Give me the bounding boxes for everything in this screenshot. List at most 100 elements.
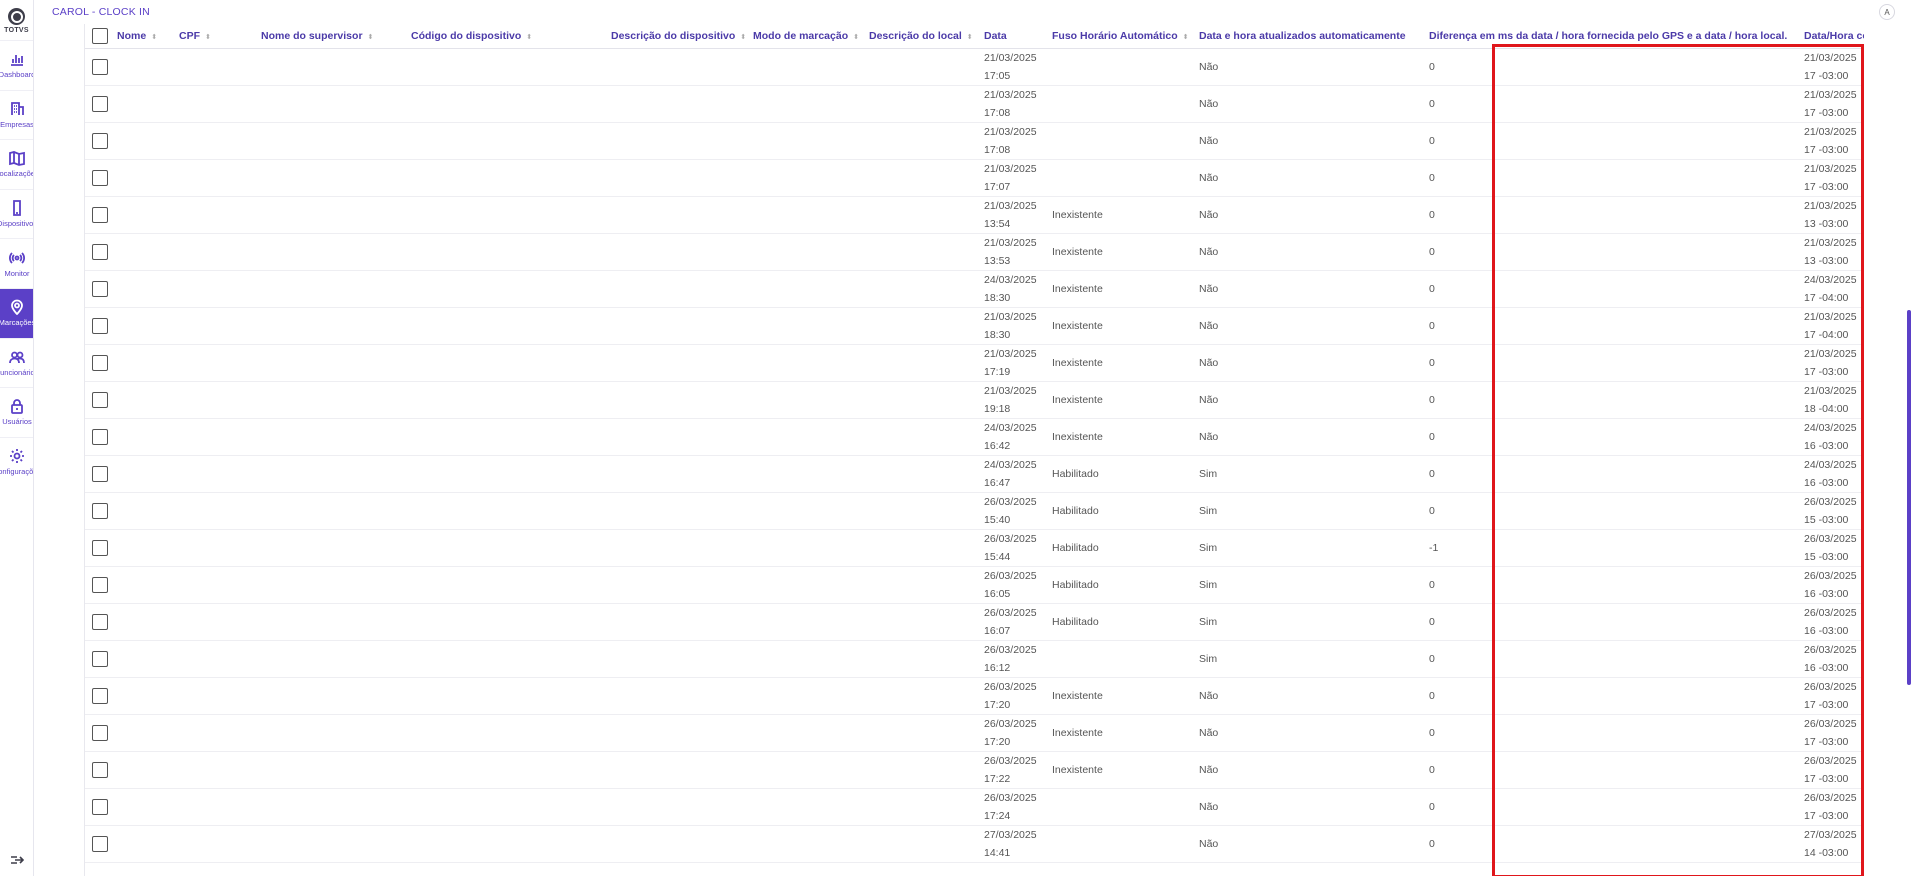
row-checkbox[interactable] bbox=[92, 132, 108, 149]
table-row[interactable]: 26/03/2025 17:20 Inexistente Não 0 26/03/202… bbox=[85, 714, 1864, 752]
sidebar-item-localizacoes[interactable]: Localizações bbox=[0, 139, 33, 189]
collapse-sidebar-button[interactable] bbox=[0, 850, 33, 870]
row-checkbox[interactable] bbox=[92, 539, 108, 556]
table-row[interactable]: 26/03/2025 15:44 Habilitado Sim -1 26/03/202… bbox=[85, 529, 1864, 567]
sidebar-item-dashboard[interactable]: Dashboard bbox=[0, 40, 33, 90]
row-checkbox[interactable] bbox=[92, 317, 108, 334]
date-cell: 21/03/2025 19:18 bbox=[978, 381, 1046, 419]
column-header[interactable]: Modo de marcação ⬍ bbox=[747, 24, 863, 49]
row-checkbox[interactable] bbox=[92, 835, 108, 852]
table-row[interactable]: 26/03/2025 17:22 Inexistente Não 0 26/03/202… bbox=[85, 751, 1864, 789]
sort-icon[interactable]: ⬍ bbox=[368, 34, 374, 41]
sidebar-item-dispositivos[interactable]: Dispositivos bbox=[0, 188, 33, 239]
table-row[interactable]: 26/03/2025 17:20 Inexistente Não 0 26/03/202… bbox=[85, 677, 1864, 715]
row-checkbox[interactable] bbox=[92, 280, 108, 297]
column-header[interactable]: Fuso Horário Automático ⬍ bbox=[1046, 24, 1193, 49]
empty-cell bbox=[255, 677, 405, 715]
sort-icon[interactable]: ⬍ bbox=[526, 34, 532, 41]
table-row[interactable]: 26/03/2025 15:40 Habilitado Sim 0 26/03/2025… bbox=[85, 492, 1864, 530]
select-all-checkbox[interactable] bbox=[92, 27, 108, 44]
row-checkbox[interactable] bbox=[92, 428, 108, 445]
empty-cell bbox=[111, 381, 173, 419]
sort-icon[interactable]: ⬍ bbox=[853, 34, 859, 41]
auto-update-cell: Não bbox=[1193, 122, 1423, 160]
datetime-cell: 27/03/2025 14 -03:00 bbox=[1798, 825, 1864, 863]
row-checkbox[interactable] bbox=[92, 576, 108, 593]
table-row[interactable]: 21/03/2025 17:19 Inexistente Não 0 21/03/202… bbox=[85, 344, 1864, 382]
table-row[interactable]: 21/03/2025 19:18 Inexistente Não 0 21/03/202… bbox=[85, 381, 1864, 419]
sort-icon[interactable]: ⬍ bbox=[205, 34, 211, 41]
row-checkbox[interactable] bbox=[92, 243, 108, 260]
auto-update-cell: Não bbox=[1193, 159, 1423, 197]
empty-cell bbox=[405, 159, 605, 197]
row-checkbox[interactable] bbox=[92, 650, 108, 667]
row-checkbox[interactable] bbox=[92, 465, 108, 482]
empty-cell bbox=[111, 788, 173, 826]
sort-icon[interactable]: ⬍ bbox=[740, 34, 746, 41]
row-checkbox[interactable] bbox=[92, 169, 108, 186]
timezone-cell: Habilitado bbox=[1046, 529, 1193, 567]
empty-cell bbox=[173, 159, 255, 197]
row-checkbox[interactable] bbox=[92, 724, 108, 741]
sidebar-item-empresas[interactable]: Empresas bbox=[0, 89, 33, 140]
row-checkbox[interactable] bbox=[92, 391, 108, 408]
table-row[interactable]: 21/03/2025 17:05 Não 0 21/03/2025 17 -03:00 bbox=[85, 48, 1864, 86]
table-row[interactable]: 21/03/2025 18:30 Inexistente Não 0 21/03/202… bbox=[85, 307, 1864, 345]
column-header[interactable]: Data bbox=[978, 24, 1046, 49]
user-menu-button[interactable]: A bbox=[1879, 4, 1895, 20]
row-select-cell bbox=[85, 529, 111, 567]
datetime-cell: 21/03/2025 17 -03:00 bbox=[1798, 344, 1864, 382]
table-row[interactable]: 26/03/2025 16:05 Habilitado Sim 0 26/03/2025… bbox=[85, 566, 1864, 604]
sort-icon[interactable]: ⬍ bbox=[1183, 34, 1189, 41]
date-cell: 21/03/2025 13:54 bbox=[978, 196, 1046, 234]
table-row[interactable]: 24/03/2025 16:47 Habilitado Sim 0 24/03/2025… bbox=[85, 455, 1864, 493]
column-header[interactable]: Data e hora atualizados automaticamente bbox=[1193, 24, 1423, 49]
totvs-logo[interactable]: TOTVS bbox=[0, 0, 33, 40]
column-header[interactable]: Data/Hora con bbox=[1798, 24, 1864, 49]
empty-cell bbox=[605, 344, 747, 382]
row-checkbox[interactable] bbox=[92, 613, 108, 630]
sidebar-item-monitor[interactable]: Monitor bbox=[0, 238, 33, 288]
row-checkbox[interactable] bbox=[92, 58, 108, 75]
sort-icon[interactable]: ⬍ bbox=[967, 34, 973, 41]
table-row[interactable]: 21/03/2025 17:07 Não 0 21/03/2025 17 -03:00 bbox=[85, 159, 1864, 197]
table-row[interactable]: 24/03/2025 16:42 Inexistente Não 0 24/03/202… bbox=[85, 418, 1864, 456]
column-header[interactable]: CPF ⬍ bbox=[173, 24, 255, 49]
gps-diff-cell: 0 bbox=[1423, 122, 1798, 160]
column-header[interactable]: Código do dispositivo ⬍ bbox=[405, 24, 605, 49]
column-header[interactable]: Descrição do dispositivo ⬍ bbox=[605, 24, 747, 49]
building-icon bbox=[11, 101, 24, 115]
empty-cell bbox=[863, 492, 978, 530]
vertical-scrollbar[interactable] bbox=[1907, 310, 1911, 685]
column-header[interactable]: Nome ⬍ bbox=[111, 24, 173, 49]
sidebar-item-usuarios[interactable]: Usuários bbox=[0, 387, 33, 437]
table-row[interactable]: 26/03/2025 17:24 Não 0 26/03/2025 17 -03:00 bbox=[85, 788, 1864, 826]
sidebar-item-configuracoes[interactable]: Configurações bbox=[0, 436, 33, 487]
timezone-cell: Inexistente bbox=[1046, 677, 1193, 715]
column-header[interactable]: Diferença em ms da data / hora fornecida… bbox=[1423, 24, 1798, 49]
date-cell: 26/03/2025 17:20 bbox=[978, 677, 1046, 715]
table-row[interactable]: 27/03/2025 14:41 Não 0 27/03/2025 14 -03:00 bbox=[85, 825, 1864, 863]
table-row[interactable]: 26/03/2025 16:07 Habilitado Sim 0 26/03/2025… bbox=[85, 603, 1864, 641]
row-checkbox[interactable] bbox=[92, 687, 108, 704]
column-header[interactable]: Nome do supervisor ⬍ bbox=[255, 24, 405, 49]
row-checkbox[interactable] bbox=[92, 761, 108, 778]
table-row[interactable]: 21/03/2025 13:54 Inexistente Não 0 21/03/202… bbox=[85, 196, 1864, 234]
sort-icon[interactable]: ⬍ bbox=[151, 34, 157, 41]
row-checkbox[interactable] bbox=[92, 95, 108, 112]
sidebar-item-marcacoes[interactable]: Marcações bbox=[0, 287, 33, 338]
table-row[interactable]: 21/03/2025 17:08 Não 0 21/03/2025 17 -03:00 bbox=[85, 85, 1864, 123]
row-checkbox[interactable] bbox=[92, 206, 108, 223]
row-checkbox[interactable] bbox=[92, 798, 108, 815]
table-row[interactable]: 21/03/2025 13:53 Inexistente Não 0 21/03/202… bbox=[85, 233, 1864, 271]
table-row[interactable]: 21/03/2025 17:08 Não 0 21/03/2025 17 -03:00 bbox=[85, 122, 1864, 160]
gear-icon bbox=[10, 449, 24, 464]
column-header[interactable]: Descrição do local ⬍ bbox=[863, 24, 978, 49]
table-row[interactable]: 26/03/2025 16:12 Sim 0 26/03/2025 16 -03:00 bbox=[85, 640, 1864, 678]
date-cell: 26/03/2025 16:05 bbox=[978, 566, 1046, 604]
table-row[interactable]: 24/03/2025 18:30 Inexistente Não 0 24/03/202… bbox=[85, 270, 1864, 308]
row-checkbox[interactable] bbox=[92, 354, 108, 371]
row-checkbox[interactable] bbox=[92, 502, 108, 519]
sidebar-item-funcionarios[interactable]: Funcionários bbox=[0, 337, 33, 388]
row-select-cell bbox=[85, 381, 111, 419]
